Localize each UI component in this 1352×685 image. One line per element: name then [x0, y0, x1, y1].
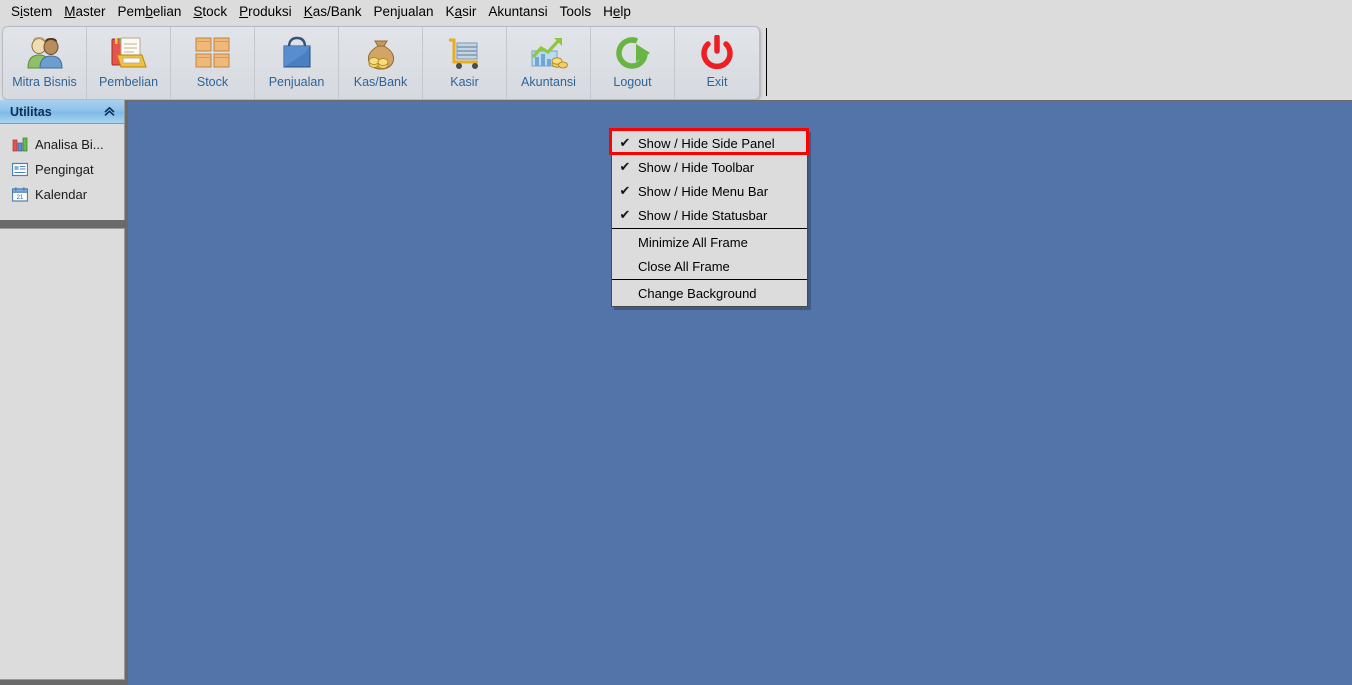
svg-text:21: 21 [16, 195, 23, 201]
growth-chart-coins-icon [527, 33, 571, 73]
toolbar-button-label: Mitra Bisnis [12, 75, 77, 89]
chevron-up-glyph [104, 106, 115, 116]
bar-chart-icon [11, 137, 28, 153]
toolbar-separator [766, 28, 767, 96]
context-menu-item-change-background[interactable]: Change Background [612, 281, 807, 305]
side-panel-item-list: Analisa Bi... Pengingat 21 Kalendar [0, 124, 124, 207]
money-bag-icon [359, 33, 403, 73]
menubar-item-penjualan[interactable]: Penjualan [367, 1, 439, 23]
side-panel-item-label: Pengingat [35, 162, 94, 177]
menubar-item-produksi[interactable]: Produksi [233, 1, 298, 23]
context-menu-item-label: Minimize All Frame [638, 234, 748, 250]
side-panel-header[interactable]: Utilitas [0, 100, 124, 124]
toolbar-button-stock[interactable]: Stock [171, 27, 255, 99]
context-menu-separator [612, 228, 807, 229]
context-menu-item-close-all-frame[interactable]: Close All Frame [612, 254, 807, 278]
toolbar-button-exit[interactable]: Exit [675, 27, 759, 99]
menubar-item-stock[interactable]: Stock [187, 1, 233, 23]
side-panel-group-utilitas: Utilitas Analisa Bi... Pengingat 21 Kale… [0, 100, 125, 220]
context-menu[interactable]: ✔ Show / Hide Side Panel ✔ Show / Hide Tool… [611, 129, 808, 307]
toolbar-button-label: Kas/Bank [353, 75, 408, 89]
toolbar-button-label: Akuntansi [521, 75, 576, 89]
toolbar-button-label: Logout [613, 75, 652, 89]
context-menu-separator [612, 279, 807, 280]
context-menu-item-label: Change Background [638, 285, 757, 301]
context-menu-item-show-hide-toolbar[interactable]: ✔ Show / Hide Toolbar [612, 155, 807, 179]
context-menu-item-label: Show / Hide Statusbar [638, 207, 768, 223]
side-panel-empty-area [0, 228, 125, 680]
toolbar: Mitra Bisnis Pembelian Stock Penjualan K… [0, 24, 1352, 100]
menu-bar: Sistem Master Pembelian Stock Produksi Kas/Ba… [0, 0, 1352, 24]
toolbar-button-group: Mitra Bisnis Pembelian Stock Penjualan K… [2, 26, 760, 100]
chevron-up-icon[interactable] [103, 106, 116, 118]
boxes-icon [191, 33, 235, 73]
toolbar-button-kasir[interactable]: Kasir [423, 27, 507, 99]
menubar-item-kasir[interactable]: Kasir [440, 1, 483, 23]
toolbar-button-akuntansi[interactable]: Akuntansi [507, 27, 591, 99]
menubar-item-master[interactable]: Master [58, 1, 111, 23]
menubar-item-pembelian[interactable]: Pembelian [112, 1, 188, 23]
side-panel-title: Utilitas [10, 104, 52, 119]
toolbar-button-label: Kasir [450, 75, 479, 89]
menubar-item-sistem[interactable]: Sistem [5, 1, 58, 23]
side-panel-item-label: Kalendar [35, 187, 88, 202]
context-menu-item-show-hide-menu-bar[interactable]: ✔ Show / Hide Menu Bar [612, 179, 807, 203]
context-menu-item-show-hide-side-panel[interactable]: ✔ Show / Hide Side Panel [612, 131, 807, 155]
side-panel-item-pengingat[interactable]: Pengingat [0, 157, 124, 182]
side-panel-item-kalendar[interactable]: 21 Kalendar [0, 182, 124, 207]
checkmark-icon: ✔ [619, 207, 631, 222]
toolbar-button-penjualan[interactable]: Penjualan [255, 27, 339, 99]
toolbar-button-logout[interactable]: Logout [591, 27, 675, 99]
menubar-item-akuntansi[interactable]: Akuntansi [482, 1, 553, 23]
toolbar-button-pembelian[interactable]: Pembelian [87, 27, 171, 99]
calendar-icon: 21 [11, 187, 28, 203]
menubar-item-kas-bank[interactable]: Kas/Bank [298, 1, 368, 23]
toolbar-button-kas-bank[interactable]: Kas/Bank [339, 27, 423, 99]
side-panel-item-analisa-bi-[interactable]: Analisa Bi... [0, 132, 124, 157]
side-panel: Utilitas Analisa Bi... Pengingat 21 Kale… [0, 100, 128, 685]
checkmark-icon: ✔ [619, 135, 631, 150]
toolbar-button-label: Pembelian [98, 75, 159, 89]
toolbar-button-label: Exit [706, 75, 728, 89]
checkmark-icon: ✔ [619, 159, 631, 174]
side-panel-item-label: Analisa Bi... [35, 137, 104, 152]
toolbar-button-mitra-bisnis[interactable]: Mitra Bisnis [3, 27, 87, 99]
menubar-item-help[interactable]: Help [597, 1, 637, 23]
menubar-item-tools[interactable]: Tools [554, 1, 598, 23]
context-menu-item-label: Show / Hide Menu Bar [638, 183, 769, 199]
context-menu-item-label: Show / Hide Side Panel [638, 135, 775, 151]
ledger-books-icon [107, 33, 151, 73]
shopping-bag-icon [275, 33, 319, 73]
power-off-icon [695, 33, 739, 73]
toolbar-button-label: Stock [196, 75, 229, 89]
toolbar-button-label: Penjualan [268, 75, 325, 89]
context-menu-item-minimize-all-frame[interactable]: Minimize All Frame [612, 230, 807, 254]
context-menu-item-label: Close All Frame [638, 258, 730, 274]
context-menu-item-show-hide-statusbar[interactable]: ✔ Show / Hide Statusbar [612, 203, 807, 227]
two-people-icon [23, 33, 67, 73]
checkmark-icon: ✔ [619, 183, 631, 198]
context-menu-item-label: Show / Hide Toolbar [638, 159, 755, 175]
logout-arrow-icon [611, 33, 655, 73]
note-reminder-icon [11, 162, 28, 178]
shopping-cart-icon [443, 33, 487, 73]
